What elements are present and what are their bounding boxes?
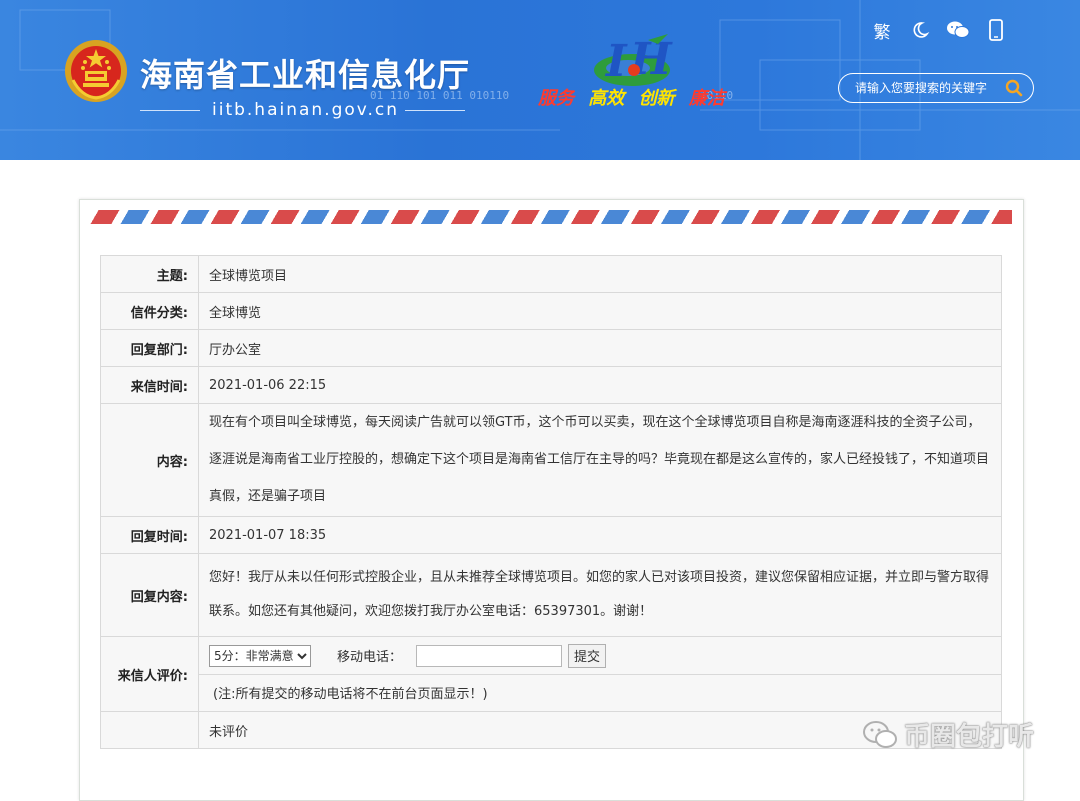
letter-table: 主题: 全球博览项目 信件分类: 全球博览 回复部门: 厅办公室 来信时间: 2… [100,255,1002,749]
department-value: 厅办公室 [198,329,1002,367]
slogan: 服务 高效 创新 廉洁 [538,84,733,110]
slogan-word-1: 服务 [538,88,574,109]
domain-divider-right [405,110,465,111]
header-toolbar: 繁 [870,18,1008,43]
table-row-reply-content: 回复内容: 您好！我厅从未以任何形式控股企业，且从未推荐全球博览项目。如您的家人… [100,553,1002,637]
category-value: 全球博览 [198,292,1002,330]
search-box [838,73,1034,103]
received-time-label: 来信时间: [100,366,199,404]
content-value: 现在有个项目叫全球博览，每天阅读广告就可以领GT币，这个币可以买卖，现在这个全球… [198,403,1002,517]
rating-select[interactable]: 5分：非常满意 [209,644,311,667]
site-domain: iitb.hainan.gov.cn [212,100,400,120]
site-header: 01 110 101 011 010110 10110 海南省工业和信息化厅 i… [0,0,1080,160]
slogan-word-3: 创新 [638,88,675,109]
search-input[interactable] [853,80,1007,96]
search-icon[interactable] [1005,79,1023,97]
letter-card: 主题: 全球博览项目 信件分类: 全球博览 回复部门: 厅办公室 来信时间: 2… [79,199,1024,801]
rating-status-label [100,711,199,749]
slogan-word-2: 高效 [588,88,625,109]
table-row-rating: 来信人评价: 5分：非常满意 移动电话： 提交 (注:所有提交的移动电话将不在前… [100,636,1002,712]
watermark-text: 币圈包打听 [904,722,1035,752]
wechat-icon[interactable] [946,18,970,42]
wechat-watermark-icon [863,720,897,748]
table-row-content: 内容: 现在有个项目叫全球博览，每天阅读广告就可以领GT币，这个币可以买卖，现在… [100,403,1002,517]
slogan-word-4: 廉洁 [688,88,725,109]
rating-cell: 5分：非常满意 移动电话： 提交 (注:所有提交的移动电话将不在前台页面显示！) [198,636,1002,712]
category-label: 信件分类: [100,292,199,330]
subject-value: 全球博览项目 [198,255,1002,293]
table-row-reply-time: 回复时间: 2021-01-07 18:35 [100,516,1002,554]
subject-label: 主题: [100,255,199,293]
rating-note: (注:所有提交的移动电话将不在前台页面显示！) [213,687,488,702]
department-logo: I H [594,34,673,87]
department-label: 回复部门: [100,329,199,367]
reply-time-value: 2021-01-07 18:35 [198,516,1002,554]
svg-text:I: I [604,36,628,87]
national-emblem-logo [65,40,127,102]
table-row-department: 回复部门: 厅办公室 [100,329,1002,367]
svg-text:H: H [628,34,673,85]
reply-content-value: 您好！我厅从未以任何形式控股企业，且从未推荐全球博览项目。如您的家人已对该项目投… [198,553,1002,637]
reply-time-label: 回复时间: [100,516,199,554]
phone-label: 移动电话： [337,650,403,665]
traditional-chinese-toggle[interactable]: 繁 [870,18,894,43]
content-label: 内容: [100,403,199,517]
table-row-subject: 主题: 全球博览项目 [100,255,1002,293]
airmail-border [90,210,1012,224]
night-mode-icon[interactable] [908,18,932,42]
site-title: 海南省工业和信息化厅 [140,56,471,94]
mobile-icon[interactable] [984,18,1008,42]
phone-input[interactable] [416,644,563,667]
table-row-received-time: 来信时间: 2021-01-06 22:15 [100,366,1002,404]
submit-button[interactable]: 提交 [568,643,607,668]
received-time-value: 2021-01-06 22:15 [198,366,1002,404]
table-row-category: 信件分类: 全球博览 [100,292,1002,330]
domain-divider-left [140,110,200,111]
reply-content-label: 回复内容: [100,553,199,637]
rating-form: 5分：非常满意 移动电话： 提交 [199,638,1001,675]
rating-label: 来信人评价: [100,636,199,712]
watermark: 币圈包打听 [862,716,1034,753]
